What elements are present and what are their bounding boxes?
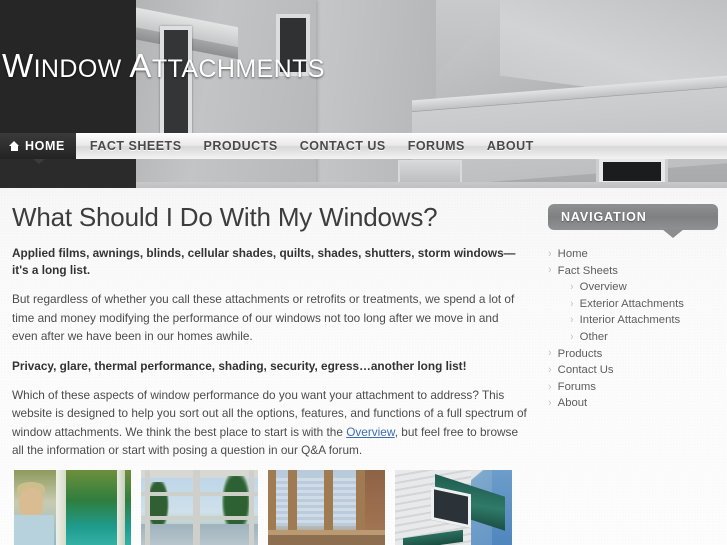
woman-at-window-thumbnail[interactable]	[14, 470, 131, 545]
sidebar-item-about[interactable]: › About	[548, 395, 720, 412]
chevron-right-icon: ›	[570, 280, 574, 293]
nav-items-container: FACT SHEETS PRODUCTS CONTACT US FORUMS A…	[75, 133, 727, 159]
thumb3-counter	[268, 535, 385, 545]
nav-item-contact-us[interactable]: CONTACT US	[300, 139, 386, 153]
sidebar-item-exterior-attachments-label: Exterior Attachments	[579, 297, 684, 310]
page-title: What Should I Do With My Windows?	[12, 202, 438, 232]
site-title: WINDOW ATTACHMENTS	[2, 46, 325, 89]
sidebar-item-exterior-attachments[interactable]: › Exterior Attachments	[548, 296, 720, 313]
sidebar-item-overview[interactable]: › Overview	[548, 279, 720, 296]
sidebar-item-other-label: Other	[579, 330, 608, 343]
thumb3-shade-left	[275, 478, 289, 526]
paragraph-1: But regardless of whether you call these…	[12, 292, 515, 343]
nav-active-chevron-icon	[33, 159, 45, 164]
house-icon	[9, 141, 20, 151]
thumb3-shade-center	[296, 478, 325, 526]
nav-item-about[interactable]: ABOUT	[487, 139, 534, 153]
chevron-right-icon: ›	[570, 330, 574, 343]
site-title-indow: INDOW	[33, 55, 122, 83]
thumb1-body	[14, 515, 54, 545]
chevron-right-icon: ›	[548, 264, 552, 277]
sidebar-item-home[interactable]: › Home	[548, 246, 720, 263]
nav-item-home-label: HOME	[25, 139, 65, 153]
chevron-right-icon: ›	[570, 314, 574, 327]
sidebar-item-contact-us[interactable]: › Contact Us	[548, 362, 720, 379]
patio-door-lake-view-thumbnail[interactable]	[141, 470, 258, 545]
sidebar-item-interior-attachments[interactable]: › Interior Attachments	[548, 312, 720, 329]
chevron-right-icon: ›	[548, 247, 552, 260]
interior-cellular-shades-thumbnail[interactable]	[268, 470, 385, 545]
chevron-right-icon: ›	[548, 347, 552, 360]
chevron-right-icon: ›	[570, 297, 574, 310]
sidebar-item-products[interactable]: › Products	[548, 346, 720, 363]
exterior-awning-thumbnail[interactable]	[395, 470, 512, 545]
thumb1-window-frame	[117, 470, 125, 545]
sidebar-item-fact-sheets[interactable]: › Fact Sheets	[548, 263, 720, 280]
sidebar-item-overview-label: Overview	[579, 281, 627, 294]
sidebar-item-interior-attachments-label: Interior Attachments	[579, 314, 681, 327]
nav-item-products[interactable]: PRODUCTS	[204, 139, 278, 153]
nav-dark-extension	[0, 159, 136, 188]
thumb2-mullion-center	[193, 470, 200, 545]
sidebar-heading: NAVIGATION	[548, 204, 718, 238]
sidebar-item-contact-us-label: Contact Us	[557, 364, 614, 377]
site-title-ttachments: TTACHMENTS	[151, 55, 325, 83]
sidebar-item-forums[interactable]: › Forums	[548, 379, 720, 396]
sidebar-nav-list: › Home › Fact Sheets › Overview › Exteri…	[548, 246, 720, 412]
sidebar-item-products-label: Products	[557, 347, 603, 360]
sidebar-item-fact-sheets-label: Fact Sheets	[557, 264, 618, 277]
site-title-a: A	[129, 47, 152, 84]
sidebar-item-forums-label: Forums	[557, 380, 596, 393]
paragraph-2: Which of these aspects of window perform…	[12, 386, 527, 460]
sidebar-item-other[interactable]: › Other	[548, 329, 720, 346]
chevron-right-icon: ›	[548, 397, 552, 410]
lead-paragraph-2: Privacy, glare, thermal performance, sha…	[12, 358, 467, 373]
nav-item-forums[interactable]: FORUMS	[408, 139, 465, 153]
main-content: What Should I Do With My Windows? Applie…	[12, 202, 527, 472]
sidebar: NAVIGATION › Home › Fact Sheets › Overvi…	[548, 204, 720, 412]
sidebar-item-about-label: About	[557, 397, 588, 410]
chevron-right-icon: ›	[548, 380, 552, 393]
site-title-w: W	[2, 47, 34, 84]
nav-item-home[interactable]: HOME	[0, 133, 76, 159]
site-banner: WINDOW ATTACHMENTS HOME FACT SHEETS PROD…	[0, 0, 727, 188]
chevron-right-icon: ›	[548, 363, 552, 376]
main-navigation: HOME FACT SHEETS PRODUCTS CONTACT US FOR…	[0, 133, 727, 159]
thumb2-mullion-left	[145, 470, 150, 545]
lead-paragraph-1: Applied films, awnings, blinds, cellular…	[12, 246, 516, 277]
thumbnail-strip	[14, 470, 512, 545]
thumb3-shade-right	[332, 478, 357, 526]
overview-link[interactable]: Overview	[346, 425, 395, 439]
nav-item-fact-sheets[interactable]: FACT SHEETS	[90, 139, 182, 153]
thumb1-head	[19, 488, 43, 518]
page-body: What Should I Do With My Windows? Applie…	[0, 188, 727, 545]
sidebar-item-home-label: Home	[557, 248, 588, 260]
thumb2-mullion-right	[249, 470, 254, 545]
